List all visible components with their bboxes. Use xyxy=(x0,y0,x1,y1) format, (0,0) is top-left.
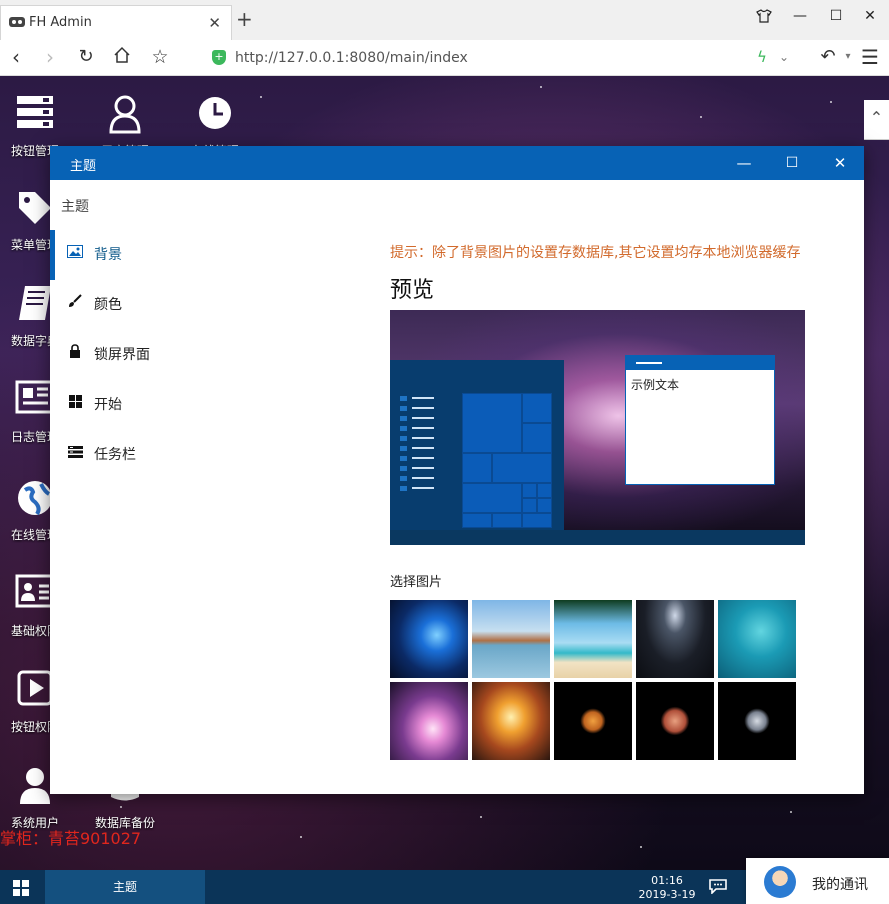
menu-item-start[interactable]: 开始 xyxy=(50,380,300,430)
wallpaper-thumb[interactable] xyxy=(472,682,550,760)
menu-item-label: 背景 xyxy=(94,247,122,263)
preview-sample-text: 示例文本 xyxy=(631,378,680,392)
dialog-titlebar[interactable]: 主题 — ☐ ✕ xyxy=(50,146,864,180)
menu-item-label: 任务栏 xyxy=(94,447,136,463)
taskbar-clock[interactable]: 01:16 2019-3-19 xyxy=(630,874,704,902)
avatar xyxy=(764,866,796,898)
chat-bubble-icon[interactable] xyxy=(708,878,728,898)
scroll-up-button[interactable]: ⌃ xyxy=(864,100,889,140)
wallpaper-thumb[interactable] xyxy=(718,682,796,760)
menu-icon[interactable]: ☰ xyxy=(858,46,882,70)
bookmark-star-icon[interactable]: ☆ xyxy=(148,46,172,70)
browser-tab-bar: FH Admin ✕ + — ☐ ✕ xyxy=(0,0,889,40)
maximize-window-icon[interactable]: ☐ xyxy=(825,8,847,30)
menu-item-color[interactable]: 颜色 xyxy=(50,280,300,330)
close-window-icon[interactable]: ✕ xyxy=(859,8,881,30)
wallpaper-thumb[interactable] xyxy=(554,682,632,760)
start-button[interactable] xyxy=(0,870,45,904)
image-icon xyxy=(67,230,83,280)
breadcrumb: 主题 xyxy=(61,199,89,215)
server-icon xyxy=(13,94,57,138)
undo-menu-chevron-icon[interactable]: ▾ xyxy=(836,46,860,70)
im-label: 我的通讯 xyxy=(812,877,868,893)
choose-image-label: 选择图片 xyxy=(390,575,443,590)
shirt-icon[interactable] xyxy=(753,8,775,30)
wallpaper-thumb[interactable] xyxy=(472,600,550,678)
forward-icon[interactable]: › xyxy=(38,46,62,70)
clock-icon xyxy=(193,94,237,138)
new-tab-icon[interactable]: + xyxy=(236,9,253,29)
close-tab-icon[interactable]: ✕ xyxy=(208,14,221,32)
tab-title: FH Admin xyxy=(29,15,92,30)
taskbar-item-theme[interactable]: 主题 xyxy=(45,870,205,904)
url-input[interactable] xyxy=(206,44,802,71)
im-panel[interactable]: 我的通讯 xyxy=(746,858,889,904)
wallpaper-thumb[interactable] xyxy=(554,600,632,678)
preview-sample-window: 示例文本 xyxy=(625,355,775,485)
preview-taskbar xyxy=(390,530,805,545)
taskbar-icon xyxy=(67,430,83,480)
theme-preview: 示例文本 xyxy=(390,310,805,545)
theme-dialog: 主题 — ☐ ✕ 主题 背景 颜色 锁屏界面 开始 任务栏 提示：除了背景图片的… xyxy=(50,146,864,794)
wallpaper-thumb[interactable] xyxy=(718,600,796,678)
preview-title: 预览 xyxy=(390,278,435,303)
address-bar: ‹ › ↻ ☆ + ϟ ⌄ ↶ ▾ ☰ xyxy=(0,40,889,76)
clock-time: 01:16 xyxy=(651,874,683,887)
minimize-window-icon[interactable]: — xyxy=(789,8,811,30)
preview-start-menu xyxy=(390,360,564,530)
wallpaper-thumb[interactable] xyxy=(390,600,468,678)
windows-icon xyxy=(67,380,83,430)
watermark-text: 掌柜：青苔901027 xyxy=(0,829,142,848)
menu-item-label: 锁屏界面 xyxy=(94,347,150,363)
chevron-up-icon: ⌃ xyxy=(869,108,884,127)
lightning-icon[interactable]: ϟ xyxy=(750,46,774,70)
wallpaper-thumb[interactable] xyxy=(636,682,714,760)
dialog-close-button[interactable]: ✕ xyxy=(825,151,855,175)
menu-item-taskbar[interactable]: 任务栏 xyxy=(50,430,300,480)
dialog-maximize-button[interactable]: ☐ xyxy=(777,151,807,175)
reload-icon[interactable]: ↻ xyxy=(74,46,98,70)
dialog-title: 主题 xyxy=(70,159,97,174)
lock-icon xyxy=(67,330,83,380)
user-icon xyxy=(103,94,147,138)
clock-date: 2019-3-19 xyxy=(638,888,696,901)
theme-menu: 背景 颜色 锁屏界面 开始 任务栏 xyxy=(50,230,300,480)
menu-item-lock-screen[interactable]: 锁屏界面 xyxy=(50,330,300,380)
wallpaper-thumb[interactable] xyxy=(636,600,714,678)
menu-item-label: 颜色 xyxy=(94,297,122,313)
windows-logo-icon xyxy=(13,880,29,896)
menu-item-background[interactable]: 背景 xyxy=(50,230,300,280)
dialog-minimize-button[interactable]: — xyxy=(729,151,759,175)
chevron-down-icon[interactable]: ⌄ xyxy=(772,46,796,70)
wallpaper-thumb[interactable] xyxy=(390,682,468,760)
home-icon[interactable] xyxy=(110,46,134,70)
brush-icon xyxy=(67,280,83,330)
menu-item-label: 开始 xyxy=(94,397,122,413)
back-icon[interactable]: ‹ xyxy=(4,46,28,70)
browser-tab[interactable]: FH Admin ✕ xyxy=(0,5,232,40)
settings-hint: 提示：除了背景图片的设置存数据库,其它设置均存本地浏览器缓存 xyxy=(390,245,801,261)
mask-icon xyxy=(9,17,25,27)
